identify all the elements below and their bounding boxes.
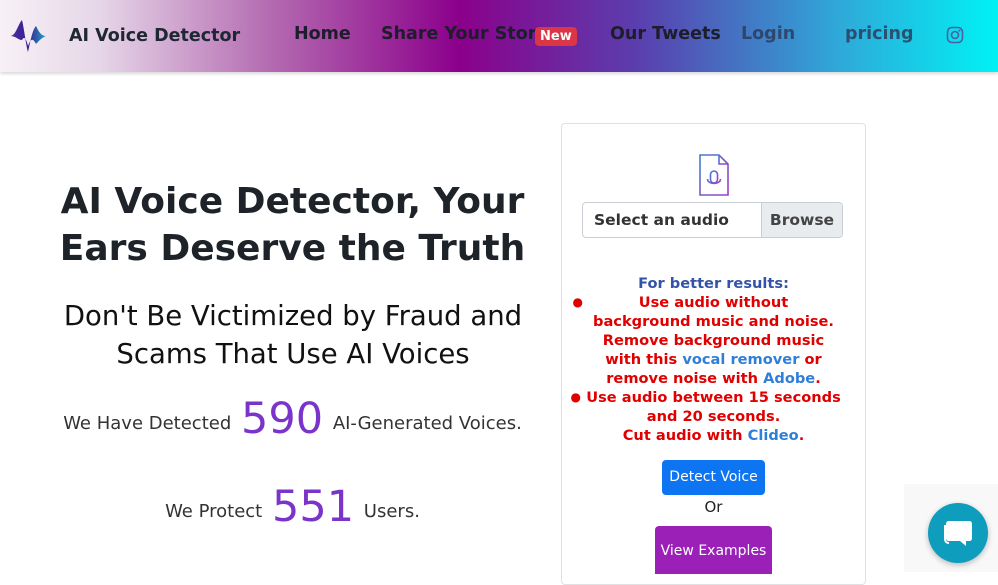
browse-button[interactable]: Browse bbox=[761, 203, 842, 237]
nav-home[interactable]: Home bbox=[294, 24, 351, 44]
brand-name: AI Voice Detector bbox=[69, 26, 241, 46]
tip-text: . bbox=[798, 427, 805, 444]
chat-bubble-icon bbox=[944, 521, 972, 546]
tip-item-remove-music: Remove background music with this vocal … bbox=[562, 331, 865, 388]
audio-file-icon bbox=[699, 154, 729, 196]
file-input-label: Select an audio file bbox=[594, 211, 729, 229]
nav-our-tweets[interactable]: Our Tweets bbox=[610, 24, 721, 44]
instagram-icon[interactable] bbox=[946, 26, 964, 44]
nav-pricing[interactable]: pricing bbox=[845, 24, 914, 44]
or-separator: Or bbox=[704, 498, 723, 516]
brand[interactable]: AI Voice Detector bbox=[8, 14, 240, 58]
protected-count: 551 bbox=[271, 482, 355, 532]
adobe-link[interactable]: Adobe bbox=[763, 370, 815, 387]
nav-share-story[interactable]: Share Your Story bbox=[381, 24, 548, 44]
detected-suffix: AI-Generated Voices. bbox=[332, 413, 522, 434]
bullet-icon: ● bbox=[570, 390, 581, 404]
page-title: AI Voice Detector, Your Ears Deserve the… bbox=[40, 178, 545, 272]
upload-card: Select an audio file Browse For better r… bbox=[561, 123, 866, 585]
top-navbar: AI Voice Detector Home Share Your Story … bbox=[0, 0, 998, 72]
detected-count: 590 bbox=[241, 394, 324, 444]
vocal-remover-link[interactable]: vocal remover bbox=[682, 351, 799, 368]
tip-text: Cut audio with bbox=[622, 427, 743, 444]
detect-voice-button[interactable]: Detect Voice bbox=[662, 460, 765, 495]
chat-button[interactable] bbox=[928, 503, 988, 563]
tips-heading: For better results: bbox=[638, 275, 789, 292]
bullet-icon: ● bbox=[572, 295, 583, 309]
tip-item: ● Use audio without background music and… bbox=[562, 293, 865, 331]
clideo-link[interactable]: Clideo bbox=[748, 427, 799, 444]
tip-item-cut: Cut audio with Clideo. bbox=[562, 426, 865, 445]
protected-suffix: Users. bbox=[363, 501, 420, 522]
detected-stat: We Have Detected 590 AI-Generated Voices… bbox=[40, 394, 545, 444]
protected-stat: We Protect 551 Users. bbox=[40, 482, 545, 532]
protected-prefix: We Protect bbox=[165, 501, 263, 522]
nav-login[interactable]: Login bbox=[741, 24, 795, 44]
view-examples-button[interactable]: View Examples bbox=[655, 526, 772, 574]
tip-text: . bbox=[815, 370, 821, 387]
new-badge: New bbox=[535, 27, 577, 46]
detected-prefix: We Have Detected bbox=[63, 413, 232, 434]
tip-text: Use audio between 15 seconds and 20 seco… bbox=[586, 389, 841, 425]
hero-subtitle: Don't Be Victimized by Fraud and Scams T… bbox=[63, 300, 523, 370]
audio-file-input[interactable]: Select an audio file Browse bbox=[582, 202, 843, 238]
title-brand: AI Voice Detector bbox=[60, 181, 408, 222]
tip-item-duration: ● Use audio between 15 seconds and 20 se… bbox=[562, 388, 865, 426]
waveform-logo-icon bbox=[10, 20, 46, 52]
tip-text: Use audio without background music and n… bbox=[593, 294, 834, 330]
tips-list: For better results: ● Use audio without … bbox=[562, 274, 865, 445]
